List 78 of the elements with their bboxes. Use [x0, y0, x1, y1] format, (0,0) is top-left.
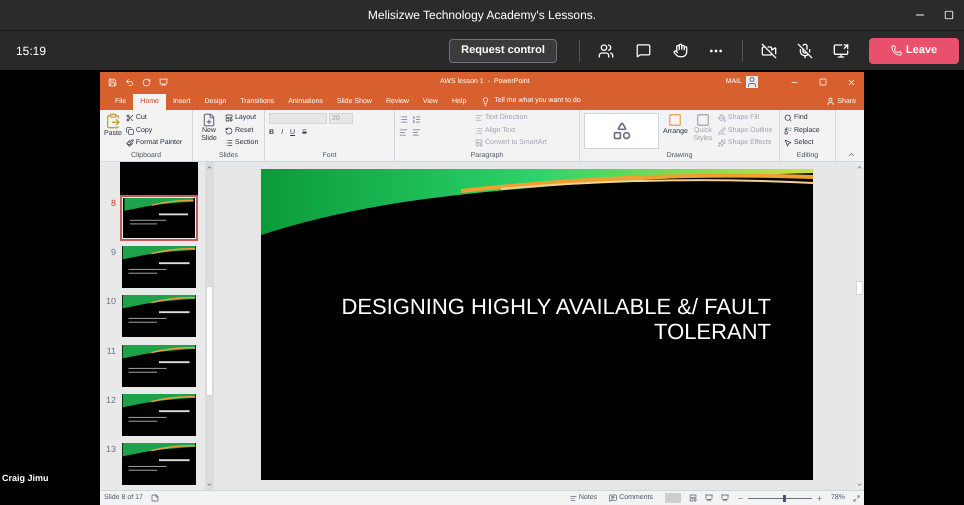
arrange-icon: [668, 113, 682, 127]
phone-icon: [890, 45, 902, 56]
slide-title: DESIGNING HIGHLY AVAILABLE &/ FAULT TOLERANT: [340, 294, 771, 344]
paragraph-option-icon: [475, 114, 483, 122]
fit-icon[interactable]: [853, 494, 860, 502]
slide-thumbnail[interactable]: [120, 392, 198, 438]
request-control-button[interactable]: Request control: [449, 38, 558, 62]
scroll-down-icon[interactable]: [856, 481, 863, 488]
slide-number: 9: [110, 246, 116, 260]
participants-icon[interactable]: [598, 42, 614, 58]
bullets-icon[interactable]: [399, 115, 408, 124]
copy-icon: [126, 126, 134, 135]
reading-view-icon[interactable]: [704, 494, 713, 502]
slide-thumbnail[interactable]: [120, 440, 198, 487]
mic-off-icon[interactable]: [797, 42, 814, 58]
scroll-up-icon[interactable]: [206, 164, 213, 171]
find-icon: [784, 114, 792, 122]
reset-icon: [225, 126, 233, 135]
scroll-thumb[interactable]: [856, 281, 863, 295]
slide-icon: [202, 113, 216, 127]
align-left-icon[interactable]: [399, 128, 408, 137]
slideshow-view-icon[interactable]: [720, 494, 729, 502]
shape-option-icon: [718, 126, 726, 135]
grid-view-icon[interactable]: [688, 494, 697, 502]
slide-number: 8: [110, 197, 116, 210]
replace-icon: [784, 126, 792, 135]
restore-icon[interactable]: [819, 78, 827, 86]
slide-thumbnail[interactable]: [120, 342, 198, 389]
avatar-icon: [746, 76, 758, 88]
shape-option-icon: [718, 139, 726, 148]
person-icon: [826, 97, 836, 106]
paragraph-option-icon: [475, 139, 483, 148]
save-icon[interactable]: [108, 78, 117, 86]
window-title: Melisizwe Technology Academy's Lessons.: [368, 7, 596, 24]
camera-off-icon[interactable]: [761, 42, 778, 58]
redo-icon[interactable]: [142, 78, 151, 86]
paragraph-option-icon: [475, 126, 483, 135]
scroll-thumb[interactable]: [206, 286, 213, 396]
section-icon: [225, 139, 233, 148]
layout-icon: [225, 114, 233, 122]
comment-icon: [609, 494, 618, 502]
slide-thumbnail[interactable]: [120, 293, 198, 340]
clipboard-icon: [104, 113, 121, 129]
participant-name: Craig Jimu: [2, 472, 49, 485]
slideshow-icon[interactable]: [159, 78, 168, 86]
format-painter-icon: [126, 139, 134, 148]
maximize-icon[interactable]: [944, 10, 954, 20]
leave-button[interactable]: Leave: [869, 38, 960, 64]
slide-thumbnail[interactable]: [120, 244, 198, 290]
styles-icon: [696, 113, 710, 127]
scroll-down-icon[interactable]: [206, 481, 213, 488]
shapes-gallery[interactable]: [584, 113, 659, 149]
hand-icon[interactable]: [673, 43, 688, 58]
slide-number: 10: [104, 295, 116, 308]
share-screen-icon[interactable]: [833, 42, 850, 58]
undo-icon[interactable]: [125, 78, 134, 86]
shapes-icon: [612, 121, 632, 141]
select-icon: [784, 139, 792, 148]
slide-thumbnail[interactable]: [120, 195, 198, 241]
chat-icon[interactable]: [636, 43, 652, 58]
zoom-thumb[interactable]: [783, 494, 786, 502]
shape-option-icon: [718, 114, 726, 122]
slide-number: 11: [106, 344, 116, 358]
font-name-field[interactable]: [269, 113, 327, 124]
cut-icon: [126, 114, 134, 122]
scrollbar[interactable]: [205, 162, 214, 490]
collapse-icon[interactable]: [847, 150, 856, 159]
lightbulb-icon: [481, 97, 490, 106]
numbering-icon[interactable]: [412, 115, 421, 124]
scroll-up-icon[interactable]: [856, 164, 863, 171]
slide-number: 12: [104, 394, 116, 407]
note-icon: [150, 494, 159, 502]
close-icon[interactable]: [847, 78, 856, 86]
notes-icon: [570, 494, 577, 502]
slide-thumbnail[interactable]: [120, 162, 198, 196]
zoom-in-icon[interactable]: [816, 494, 823, 502]
slide-number: 13: [104, 442, 116, 456]
meeting-timer: 15:19: [16, 42, 46, 60]
